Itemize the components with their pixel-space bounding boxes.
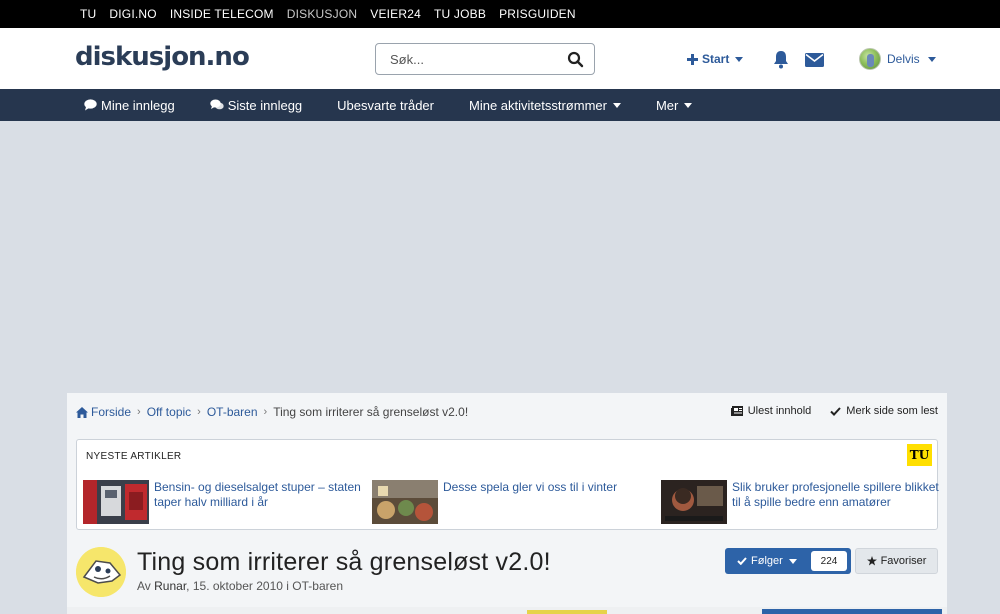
site-header: diskusjon.no Start Delvis	[0, 28, 1000, 89]
network-bar: TU DIGI.NO INSIDE TELECOM DISKUSJON VEIE…	[0, 0, 1000, 28]
chevron-right-icon: ›	[263, 406, 268, 418]
nav-label: Mer	[655, 97, 679, 113]
network-link-tu-jobb[interactable]: TU JOBB	[434, 7, 486, 21]
unread-content-link[interactable]: Ulest innhold	[730, 405, 812, 417]
article-item[interactable]: Bensin- og dieselsalget stuper – staten …	[83, 480, 364, 524]
comment-icon	[84, 99, 97, 111]
meta-prefix: Av	[137, 579, 151, 593]
follow-label: Følger	[725, 555, 797, 567]
topic-title: Ting som irriterer så grenseløst v2.0!	[137, 548, 551, 576]
favorite-label: Favoriser	[880, 555, 927, 567]
caret-down-icon	[927, 56, 936, 62]
topic-forum-link[interactable]: OT-baren	[292, 579, 343, 593]
breadcrumb-current: Ting som irriterer så grenseløst v2.0!	[273, 405, 468, 419]
nav-label: Mine aktivitetsstrømmer	[469, 97, 607, 113]
checkmark-icon	[737, 557, 747, 565]
network-link-inside-telecom[interactable]: INSIDE TELECOM	[170, 7, 274, 21]
article-item[interactable]: Slik bruker profesjonelle spillere blikk…	[661, 480, 942, 524]
mail-icon[interactable]	[805, 53, 824, 67]
breadcrumb-off-topic[interactable]: Off topic	[147, 405, 191, 419]
nav-item-mine-innlegg[interactable]: Mine innlegg	[84, 98, 175, 113]
article-thumbnail	[372, 480, 438, 524]
caret-down-icon	[612, 102, 621, 108]
tu-logo[interactable]: TU	[907, 444, 932, 466]
nav-label: Ubesvarte tråder	[337, 97, 434, 113]
search-icon[interactable]	[566, 50, 586, 70]
breadcrumb-label: Forside	[91, 405, 132, 419]
meta-comma: ,	[186, 579, 190, 593]
content-panel: Forside › Off topic › OT-baren › Ting so…	[67, 393, 947, 614]
topic-meta: Av Runar, 15. oktober 2010 i OT-baren	[137, 579, 343, 593]
topic-author-link[interactable]: Runar	[154, 579, 186, 593]
comments-icon	[210, 99, 224, 110]
newspaper-icon	[730, 406, 743, 416]
mark-read-label: Merk side som lest	[846, 405, 938, 417]
mark-read-link[interactable]: Merk side som lest	[830, 405, 938, 417]
nav-label: Mine innlegg	[101, 97, 175, 113]
plus-icon	[687, 53, 698, 65]
network-link-veier24[interactable]: VEIER24	[370, 7, 421, 21]
caret-down-icon	[788, 558, 797, 564]
search-box	[375, 43, 595, 75]
breadcrumb-ot-baren[interactable]: OT-baren	[207, 405, 258, 419]
breadcrumb-home[interactable]: Forside	[76, 405, 131, 419]
content-edge-strip	[67, 607, 947, 614]
start-menu-button[interactable]: Start	[687, 52, 744, 66]
chevron-right-icon: ›	[137, 406, 141, 418]
nav-item-mer[interactable]: Mer	[655, 97, 693, 113]
network-link-prisguiden[interactable]: PRISGUIDEN	[499, 7, 576, 21]
network-link-tu[interactable]: TU	[80, 7, 96, 21]
follow-button[interactable]: Følger 224	[725, 548, 851, 574]
star-icon	[866, 556, 877, 566]
home-icon	[76, 406, 88, 418]
follow-text: Følger	[751, 555, 783, 567]
chevron-right-icon: ›	[197, 406, 201, 418]
caret-down-icon	[735, 56, 744, 62]
article-title: Bensin- og dieselsalget stuper – staten …	[154, 480, 361, 509]
page-actions: Ulest innhold Merk side som lest	[730, 405, 938, 417]
bell-icon[interactable]	[772, 50, 790, 69]
nav-item-ubesvarte-trader[interactable]: Ubesvarte tråder	[337, 98, 434, 113]
article-thumbnail	[661, 480, 727, 524]
start-label: Start	[702, 52, 730, 66]
follower-count: 224	[811, 551, 847, 571]
breadcrumb-label: OT-baren	[206, 405, 258, 419]
topic-date: 15. oktober 2010	[192, 579, 283, 593]
article-item[interactable]: Desse spela gler vi oss til i vinter	[372, 480, 653, 524]
main-nav: Mine innlegg Siste innlegg Ubesvarte trå…	[0, 89, 1000, 121]
breadcrumb: Forside › Off topic › OT-baren › Ting so…	[76, 405, 468, 419]
unread-label: Ulest innhold	[747, 405, 812, 417]
caret-down-icon	[684, 102, 693, 108]
network-link-diskusjon[interactable]: DISKUSJON	[287, 7, 357, 21]
breadcrumb-label: Off topic	[146, 405, 192, 419]
favorite-button[interactable]: Favoriser	[855, 548, 938, 574]
meta-in: i	[286, 579, 289, 593]
nav-item-siste-innlegg[interactable]: Siste innlegg	[210, 98, 302, 113]
latest-articles-box: NYESTE ARTIKLER TU Bensin- og dieselsalg…	[76, 439, 939, 530]
article-title: Slik bruker profesjonelle spillere blikk…	[732, 480, 939, 509]
user-menu[interactable]: Delvis	[859, 48, 936, 70]
article-thumbnail	[83, 480, 149, 524]
article-title: Desse spela gler vi oss til i vinter	[443, 480, 618, 494]
avatar	[859, 48, 881, 70]
search-input[interactable]	[376, 44, 556, 74]
nav-label: Siste innlegg	[227, 97, 303, 113]
author-avatar[interactable]	[76, 547, 126, 597]
user-name: Delvis	[887, 52, 920, 66]
checkmark-icon	[830, 406, 842, 416]
latest-articles-title: NYESTE ARTIKLER	[86, 451, 182, 462]
author-avatar-image	[76, 547, 126, 597]
breadcrumb-label: Ting som irriterer så grenseløst v2.0!	[273, 405, 469, 419]
network-link-digi[interactable]: DIGI.NO	[109, 7, 156, 21]
nav-item-aktivitetsstrommer[interactable]: Mine aktivitetsstrømmer	[469, 98, 621, 113]
site-logo[interactable]: diskusjon.no	[75, 42, 250, 72]
